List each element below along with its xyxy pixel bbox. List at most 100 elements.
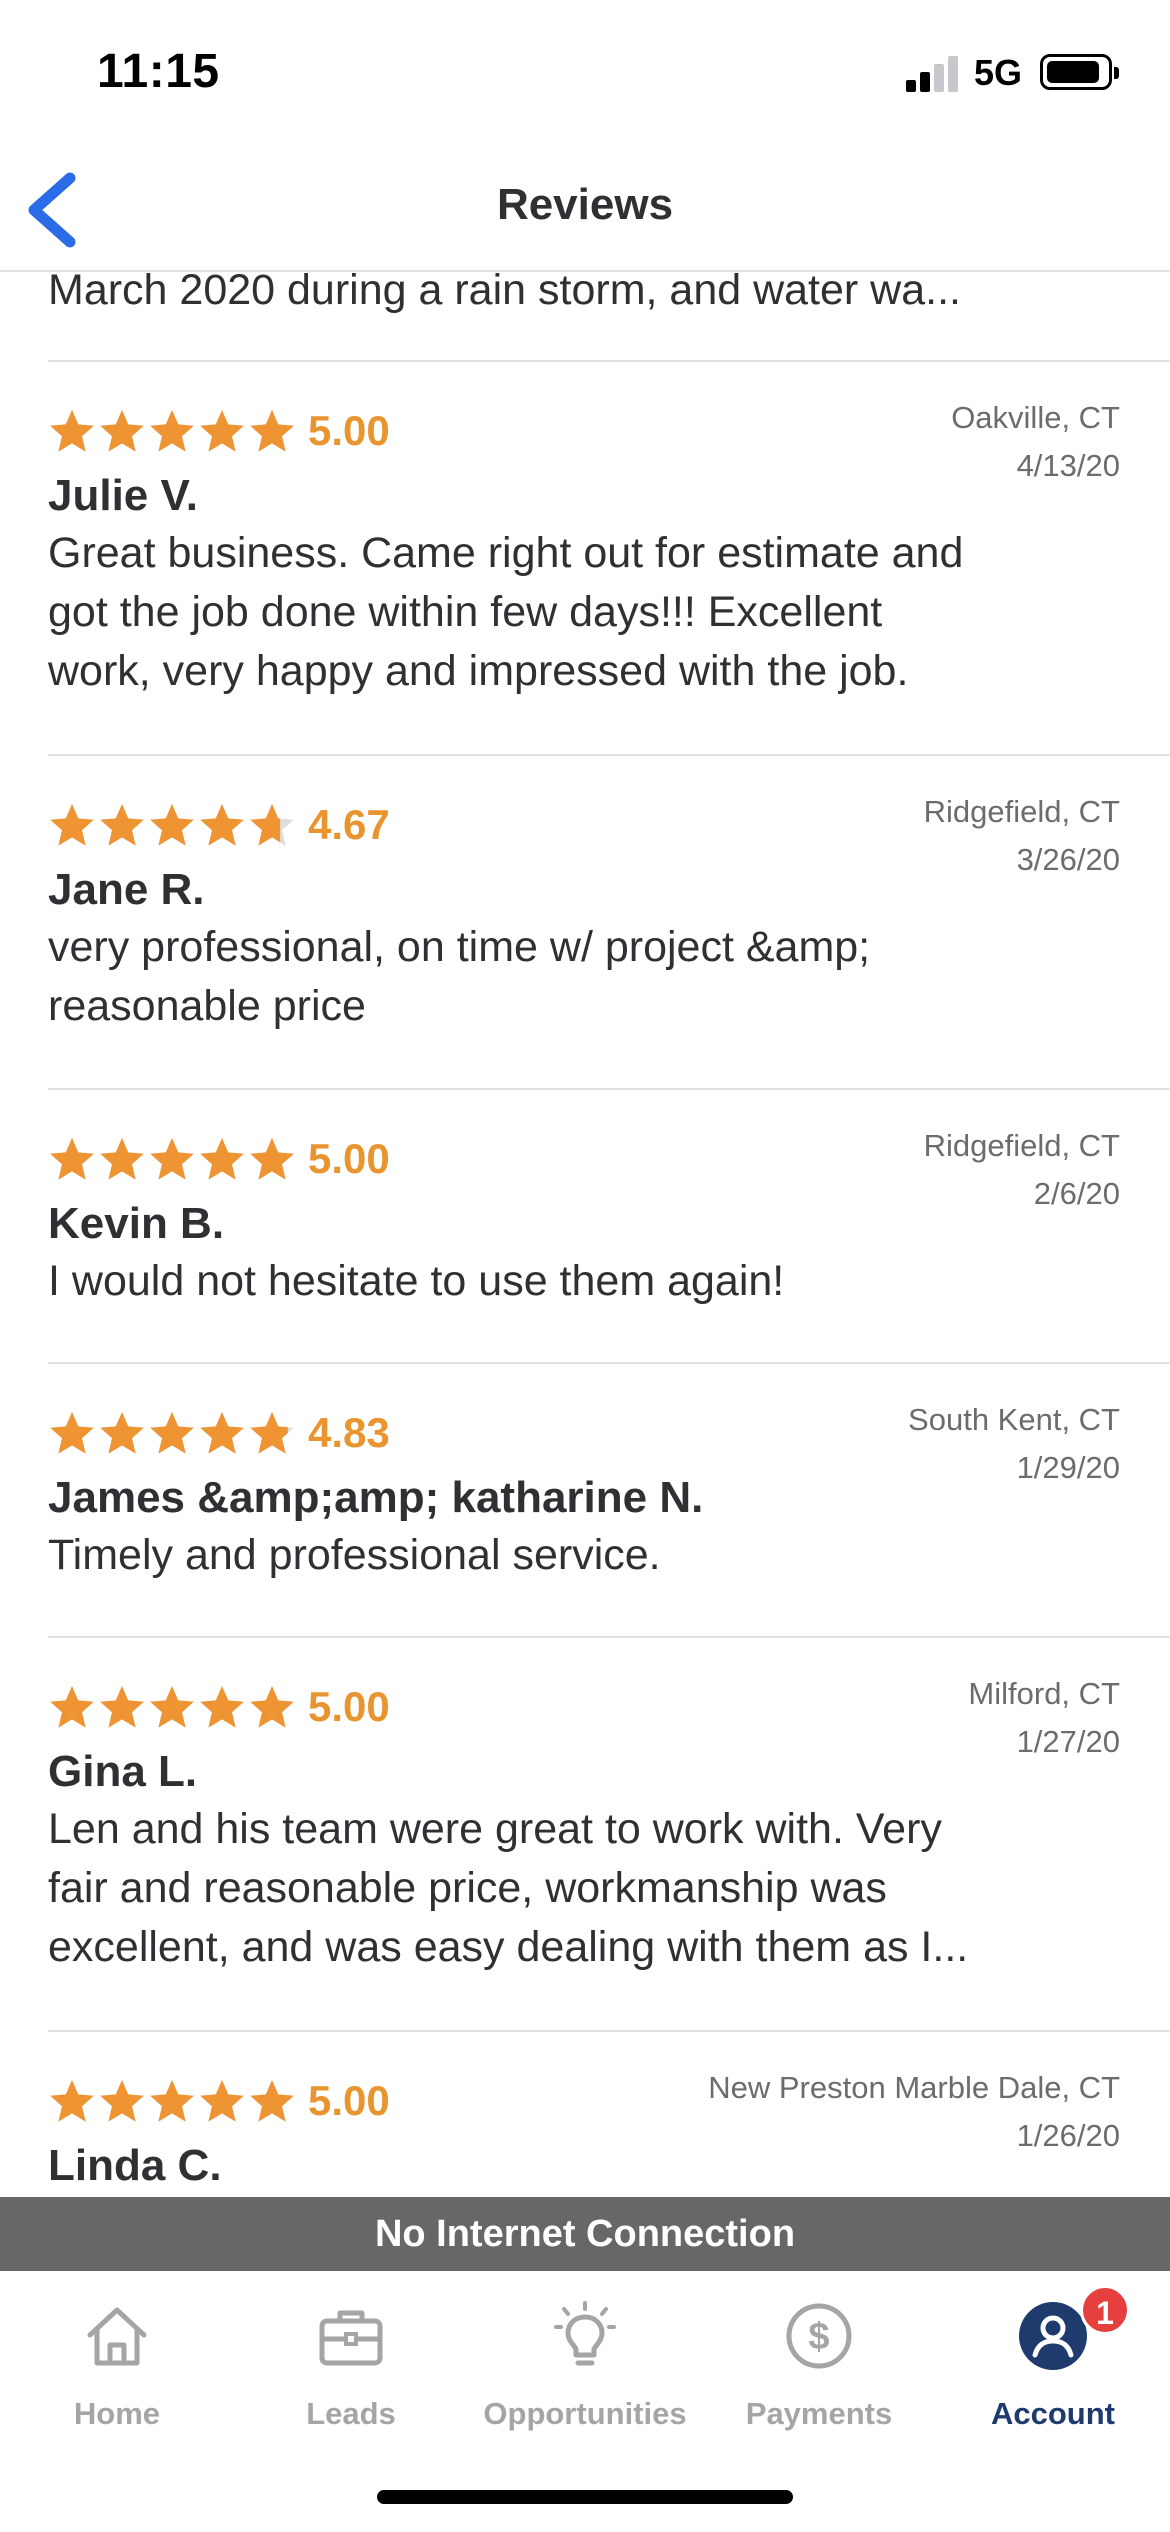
star-icon — [200, 1686, 244, 1728]
star-icon — [200, 410, 244, 452]
review-text: Timely and professional service. — [48, 1526, 1128, 1585]
star-icon — [200, 1138, 244, 1180]
home-indicator — [377, 2490, 793, 2504]
rating-value: 5.00 — [308, 2077, 390, 2124]
tab-label: Account — [991, 2396, 1115, 2431]
star-icon — [250, 410, 294, 452]
review-location: Ridgefield, CT — [923, 794, 1120, 829]
star-rating — [48, 406, 298, 456]
star-icon — [100, 2080, 144, 2122]
reviewer-name: Jane R. — [48, 865, 205, 914]
star-rating — [48, 1408, 298, 1458]
star-icon — [250, 1138, 294, 1180]
review-location: New Preston Marble Dale, CT — [708, 2070, 1120, 2105]
nav-header: Reviews — [0, 150, 1170, 272]
review-location: Oakville, CT — [951, 400, 1120, 435]
review-text-line: fair and reasonable price, workmanship w… — [48, 1864, 887, 1912]
star-icon — [50, 2080, 94, 2122]
divider — [48, 754, 1170, 756]
svg-text:$: $ — [808, 2316, 829, 2358]
star-icon — [200, 804, 244, 846]
star-icon — [50, 1412, 94, 1454]
review-text-line: Great business. Came right out for estim… — [48, 529, 964, 577]
tab-account[interactable]: 1 Account — [936, 2285, 1170, 2441]
review-text-line: got the job done within few days!!! Exce… — [48, 588, 883, 636]
star-icon — [200, 2080, 244, 2122]
page-title: Reviews — [496, 180, 674, 229]
star-icon — [150, 1138, 194, 1180]
tab-label: Opportunities — [483, 2396, 687, 2431]
briefcase-icon — [319, 2310, 383, 2366]
star-rating — [48, 1682, 298, 1732]
review-date: 1/27/20 — [1016, 1724, 1120, 1759]
divider — [48, 360, 1170, 362]
divider — [48, 2030, 1170, 2032]
partial-review-text: March 2020 during a rain storm, and wate… — [48, 272, 961, 314]
tab-leads[interactable]: Leads — [234, 2301, 468, 2441]
divider — [48, 1362, 1170, 1364]
star-icon — [250, 804, 294, 846]
review-text-line: very professional, on time w/ project &a… — [48, 923, 871, 971]
home-icon — [87, 2307, 147, 2366]
review-date: 1/26/20 — [1016, 2118, 1120, 2153]
reviews-list[interactable]: March 2020 during a rain storm, and wate… — [0, 272, 1170, 2197]
battery-icon — [1040, 54, 1119, 90]
review-text: very professional, on time w/ project &a… — [48, 918, 1128, 1036]
review-date: 3/26/20 — [1016, 842, 1120, 877]
reviewer-name: Linda C. — [48, 2141, 222, 2190]
reviewer-name: Kevin B. — [48, 1199, 225, 1248]
status-bar: 11:15 5G — [0, 0, 1170, 150]
star-icon — [250, 2080, 294, 2122]
star-icon — [50, 410, 94, 452]
tab-payments[interactable]: $ Payments — [702, 2301, 936, 2441]
star-icon — [50, 1138, 94, 1180]
reviewer-name: Gina L. — [48, 1747, 198, 1796]
reviewer-name: James &amp;amp; katharine N. — [48, 1473, 704, 1522]
tab-label: Home — [73, 2396, 161, 2431]
review-text: Great business. Came right out for estim… — [48, 524, 1128, 701]
star-icon — [250, 1686, 294, 1728]
review-text-line: Len and his team were great to work with… — [48, 1805, 942, 1853]
review-location: Milford, CT — [968, 1676, 1120, 1711]
star-icon — [50, 804, 94, 846]
review-text-line: reasonable price — [48, 982, 366, 1030]
star-rating — [48, 800, 298, 850]
star-icon — [150, 1412, 194, 1454]
divider — [48, 1636, 1170, 1638]
star-icon — [100, 1412, 144, 1454]
star-icon — [150, 2080, 194, 2122]
account-icon — [1019, 2302, 1087, 2370]
divider — [48, 1088, 1170, 1090]
star-icon — [200, 1412, 244, 1454]
network-type: 5G — [974, 52, 1023, 93]
review-location: Ridgefield, CT — [923, 1128, 1120, 1163]
rating-value: 4.67 — [308, 801, 390, 848]
reviewer-name: Julie V. — [48, 471, 199, 520]
star-icon — [100, 410, 144, 452]
review-text: I would not hesitate to use them again! — [48, 1252, 1128, 1311]
reviews-screen: 11:15 5G Reviews March 2020 during a rai… — [0, 0, 1170, 2532]
star-rating — [48, 1134, 298, 1184]
notification-badge: 1 — [1080, 2285, 1130, 2335]
review-date: 2/6/20 — [1033, 1176, 1120, 1211]
star-icon — [150, 1686, 194, 1728]
signal-icon — [906, 54, 962, 92]
rating-value: 5.00 — [308, 407, 390, 454]
rating-value: 5.00 — [308, 1683, 390, 1730]
tab-label: Leads — [306, 2396, 396, 2431]
status-time: 11:15 — [97, 45, 220, 98]
review-location: South Kent, CT — [908, 1402, 1120, 1437]
review-text-line: Timely and professional service. — [48, 1531, 661, 1579]
review-text-line: I would not hesitate to use them again! — [48, 1257, 785, 1305]
tab-home[interactable]: Home — [0, 2301, 234, 2441]
rating-value: 5.00 — [308, 1135, 390, 1182]
star-icon — [100, 1686, 144, 1728]
tab-opportunities[interactable]: Opportunities — [468, 2301, 702, 2441]
review-date: 1/29/20 — [1016, 1450, 1120, 1485]
star-icon — [250, 1412, 294, 1454]
star-icon — [150, 804, 194, 846]
tab-label: Payments — [745, 2396, 893, 2431]
review-text-line: work, very happy and impressed with the … — [48, 647, 909, 695]
star-icon — [50, 1686, 94, 1728]
review-text: Len and his team were great to work with… — [48, 1800, 1128, 1977]
